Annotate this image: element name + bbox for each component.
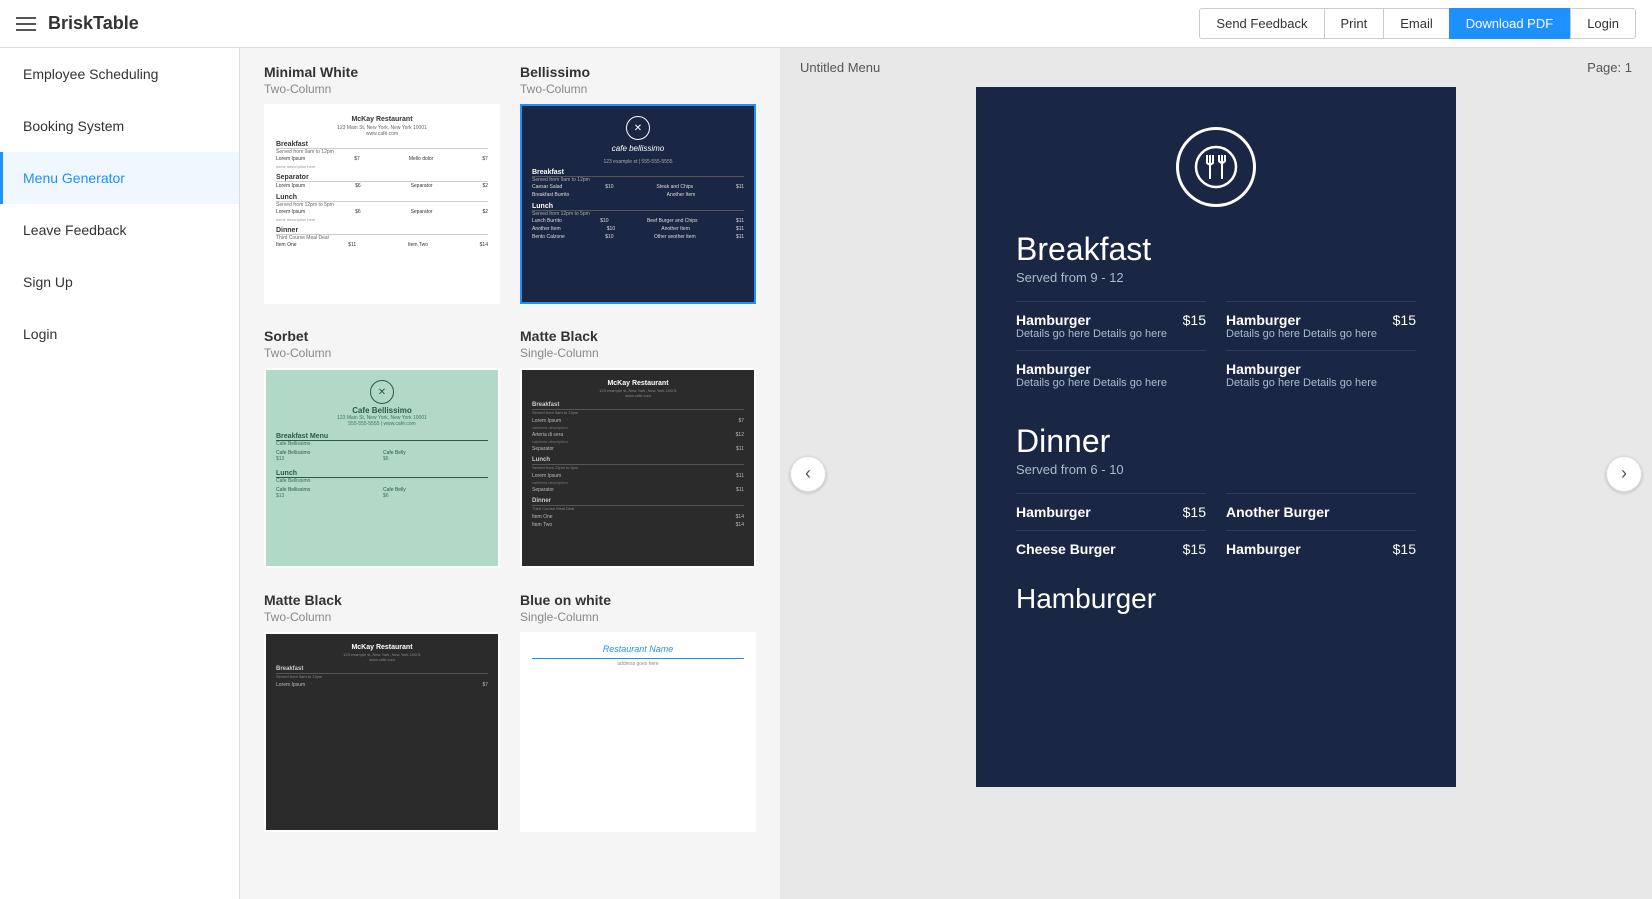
menu-item-desc: Details go here Details go here [1226,377,1416,389]
menu-item: Hamburger $15 [1226,530,1416,567]
template-blue-on-white[interactable]: Blue on white Single-Column Restaurant N… [520,592,756,832]
template-minimal-white[interactable]: Minimal White Two-Column McKay Restauran… [264,64,500,304]
menu-item-price: $15 [1393,541,1416,557]
template-minimal-white-title: Minimal White [264,64,500,80]
menu-item-name: Hamburger [1226,361,1301,377]
header-left: BriskTable [16,13,139,34]
template-row-0: Minimal White Two-Column McKay Restauran… [264,64,756,304]
menu-big-item: Hamburger [1016,567,1416,615]
sidebar-item-employee-scheduling[interactable]: Employee Scheduling [0,48,239,100]
menu-item: Another Burger [1226,493,1416,530]
print-button[interactable]: Print [1324,8,1384,39]
template-row-1: Sorbet Two-Column ✕ Cafe Bellissimo 123 … [264,328,756,568]
menu-breakfast-title: Breakfast [1016,231,1416,268]
preview-page-number: 1 [1625,60,1632,75]
menu-item-name: Hamburger [1016,312,1091,328]
template-bellissimo-title: Bellissimo [520,64,756,80]
menu-preview: Breakfast Served from 9 - 12 Hamburger $… [976,87,1456,787]
menu-item-name: Hamburger [1226,312,1301,328]
sidebar-item-booking-system[interactable]: Booking System [0,100,239,152]
template-minimal-white-subtitle: Two-Column [264,82,500,96]
menu-item-price: $15 [1183,541,1206,557]
menu-item-name: Cheese Burger [1016,541,1116,557]
menu-dinner-subtitle: Served from 6 - 10 [1016,462,1416,477]
preview-panel: Untitled Menu Page: 1 ‹ › [780,48,1652,899]
menu-breakfast-items: Hamburger $15 Details go here Details go… [1016,301,1416,399]
main-layout: Employee Scheduling Booking System Menu … [0,48,1652,899]
template-blue-on-white-thumb[interactable]: Restaurant Name address goes here [520,632,756,832]
send-feedback-button[interactable]: Send Feedback [1199,8,1323,39]
template-blue-on-white-subtitle: Single-Column [520,610,756,624]
menu-item: Cheese Burger $15 [1016,530,1206,567]
email-button[interactable]: Email [1383,8,1449,39]
brand-bold: Brisk [48,13,93,33]
menu-item-name: Hamburger [1016,361,1091,377]
template-matte-black-single[interactable]: Matte Black Single-Column McKay Restaura… [520,328,756,568]
template-matte-black-single-thumb[interactable]: McKay Restaurant 123 example st, New Yor… [520,368,756,568]
template-matte-black-two-thumb[interactable]: McKay Restaurant 123 example st, New Yor… [264,632,500,832]
brand-normal: Table [93,13,139,33]
template-sorbet-title: Sorbet [264,328,500,344]
preview-page-info: Page: 1 [1587,60,1632,75]
sidebar-item-sign-up[interactable]: Sign Up [0,256,239,308]
menu-item-name: Another Burger [1226,504,1329,520]
menu-dinner-title: Dinner [1016,423,1416,460]
sidebar-item-leave-feedback[interactable]: Leave Feedback [0,204,239,256]
template-blue-on-white-title: Blue on white [520,592,756,608]
menu-item-price: $15 [1183,312,1206,328]
login-button[interactable]: Login [1570,8,1636,39]
prev-page-arrow[interactable]: ‹ [790,456,826,492]
sidebar-item-login[interactable]: Login [0,308,239,360]
template-grid: Minimal White Two-Column McKay Restauran… [240,48,780,899]
menu-item-name: Hamburger [1016,504,1091,520]
template-sorbet-thumb[interactable]: ✕ Cafe Bellissimo 123 Main St, New York,… [264,368,500,568]
menu-item-desc: Details go here Details go here [1016,377,1206,389]
menu-logo-circle [1176,127,1256,207]
template-sorbet-subtitle: Two-Column [264,346,500,360]
menu-item: Hamburger $15 Details go here Details go… [1016,301,1206,350]
template-matte-black-single-title: Matte Black [520,328,756,344]
menu-item-name: Hamburger [1226,541,1301,557]
header-buttons: Send Feedback Print Email Download PDF L… [1199,8,1636,39]
preview-header: Untitled Menu Page: 1 [780,48,1652,87]
preview-menu-title: Untitled Menu [800,60,880,75]
menu-item-desc: Details go here Details go here [1016,328,1206,340]
preview-page-label: Page: [1587,60,1621,75]
download-pdf-button[interactable]: Download PDF [1449,8,1570,39]
template-sorbet[interactable]: Sorbet Two-Column ✕ Cafe Bellissimo 123 … [264,328,500,568]
template-minimal-white-thumb[interactable]: McKay Restaurant 123 Main St, New York, … [264,104,500,304]
preview-scroll-area: Breakfast Served from 9 - 12 Hamburger $… [780,87,1652,899]
hamburger-menu-icon[interactable] [16,17,36,31]
menu-item-price: $15 [1183,504,1206,520]
sidebar-item-menu-generator[interactable]: Menu Generator [0,152,239,204]
template-matte-black-two-subtitle: Two-Column [264,610,500,624]
menu-item: Hamburger Details go here Details go her… [1226,350,1416,399]
menu-breakfast-subtitle: Served from 9 - 12 [1016,270,1416,285]
header: BriskTable Send Feedback Print Email Dow… [0,0,1652,48]
menu-item: Hamburger $15 Details go here Details go… [1226,301,1416,350]
menu-item: Hamburger Details go here Details go her… [1016,350,1206,399]
sidebar: Employee Scheduling Booking System Menu … [0,48,240,899]
template-matte-black-two-title: Matte Black [264,592,500,608]
menu-dinner-items: Hamburger $15 Another Burger Cheese Burg… [1016,493,1416,567]
template-bellissimo-subtitle: Two-Column [520,82,756,96]
menu-logo [1016,127,1416,207]
brand-logo: BriskTable [48,13,139,34]
template-row-2: Matte Black Two-Column McKay Restaurant … [264,592,756,832]
next-page-arrow[interactable]: › [1606,456,1642,492]
template-bellissimo[interactable]: Bellissimo Two-Column ✕ cafe bellissimo … [520,64,756,304]
template-matte-black-single-subtitle: Single-Column [520,346,756,360]
menu-item: Hamburger $15 [1016,493,1206,530]
template-bellissimo-thumb[interactable]: ✕ cafe bellissimo 123 example st | 555-5… [520,104,756,304]
template-matte-black-two[interactable]: Matte Black Two-Column McKay Restaurant … [264,592,500,832]
menu-item-price: $15 [1393,312,1416,328]
menu-item-desc: Details go here Details go here [1226,328,1416,340]
